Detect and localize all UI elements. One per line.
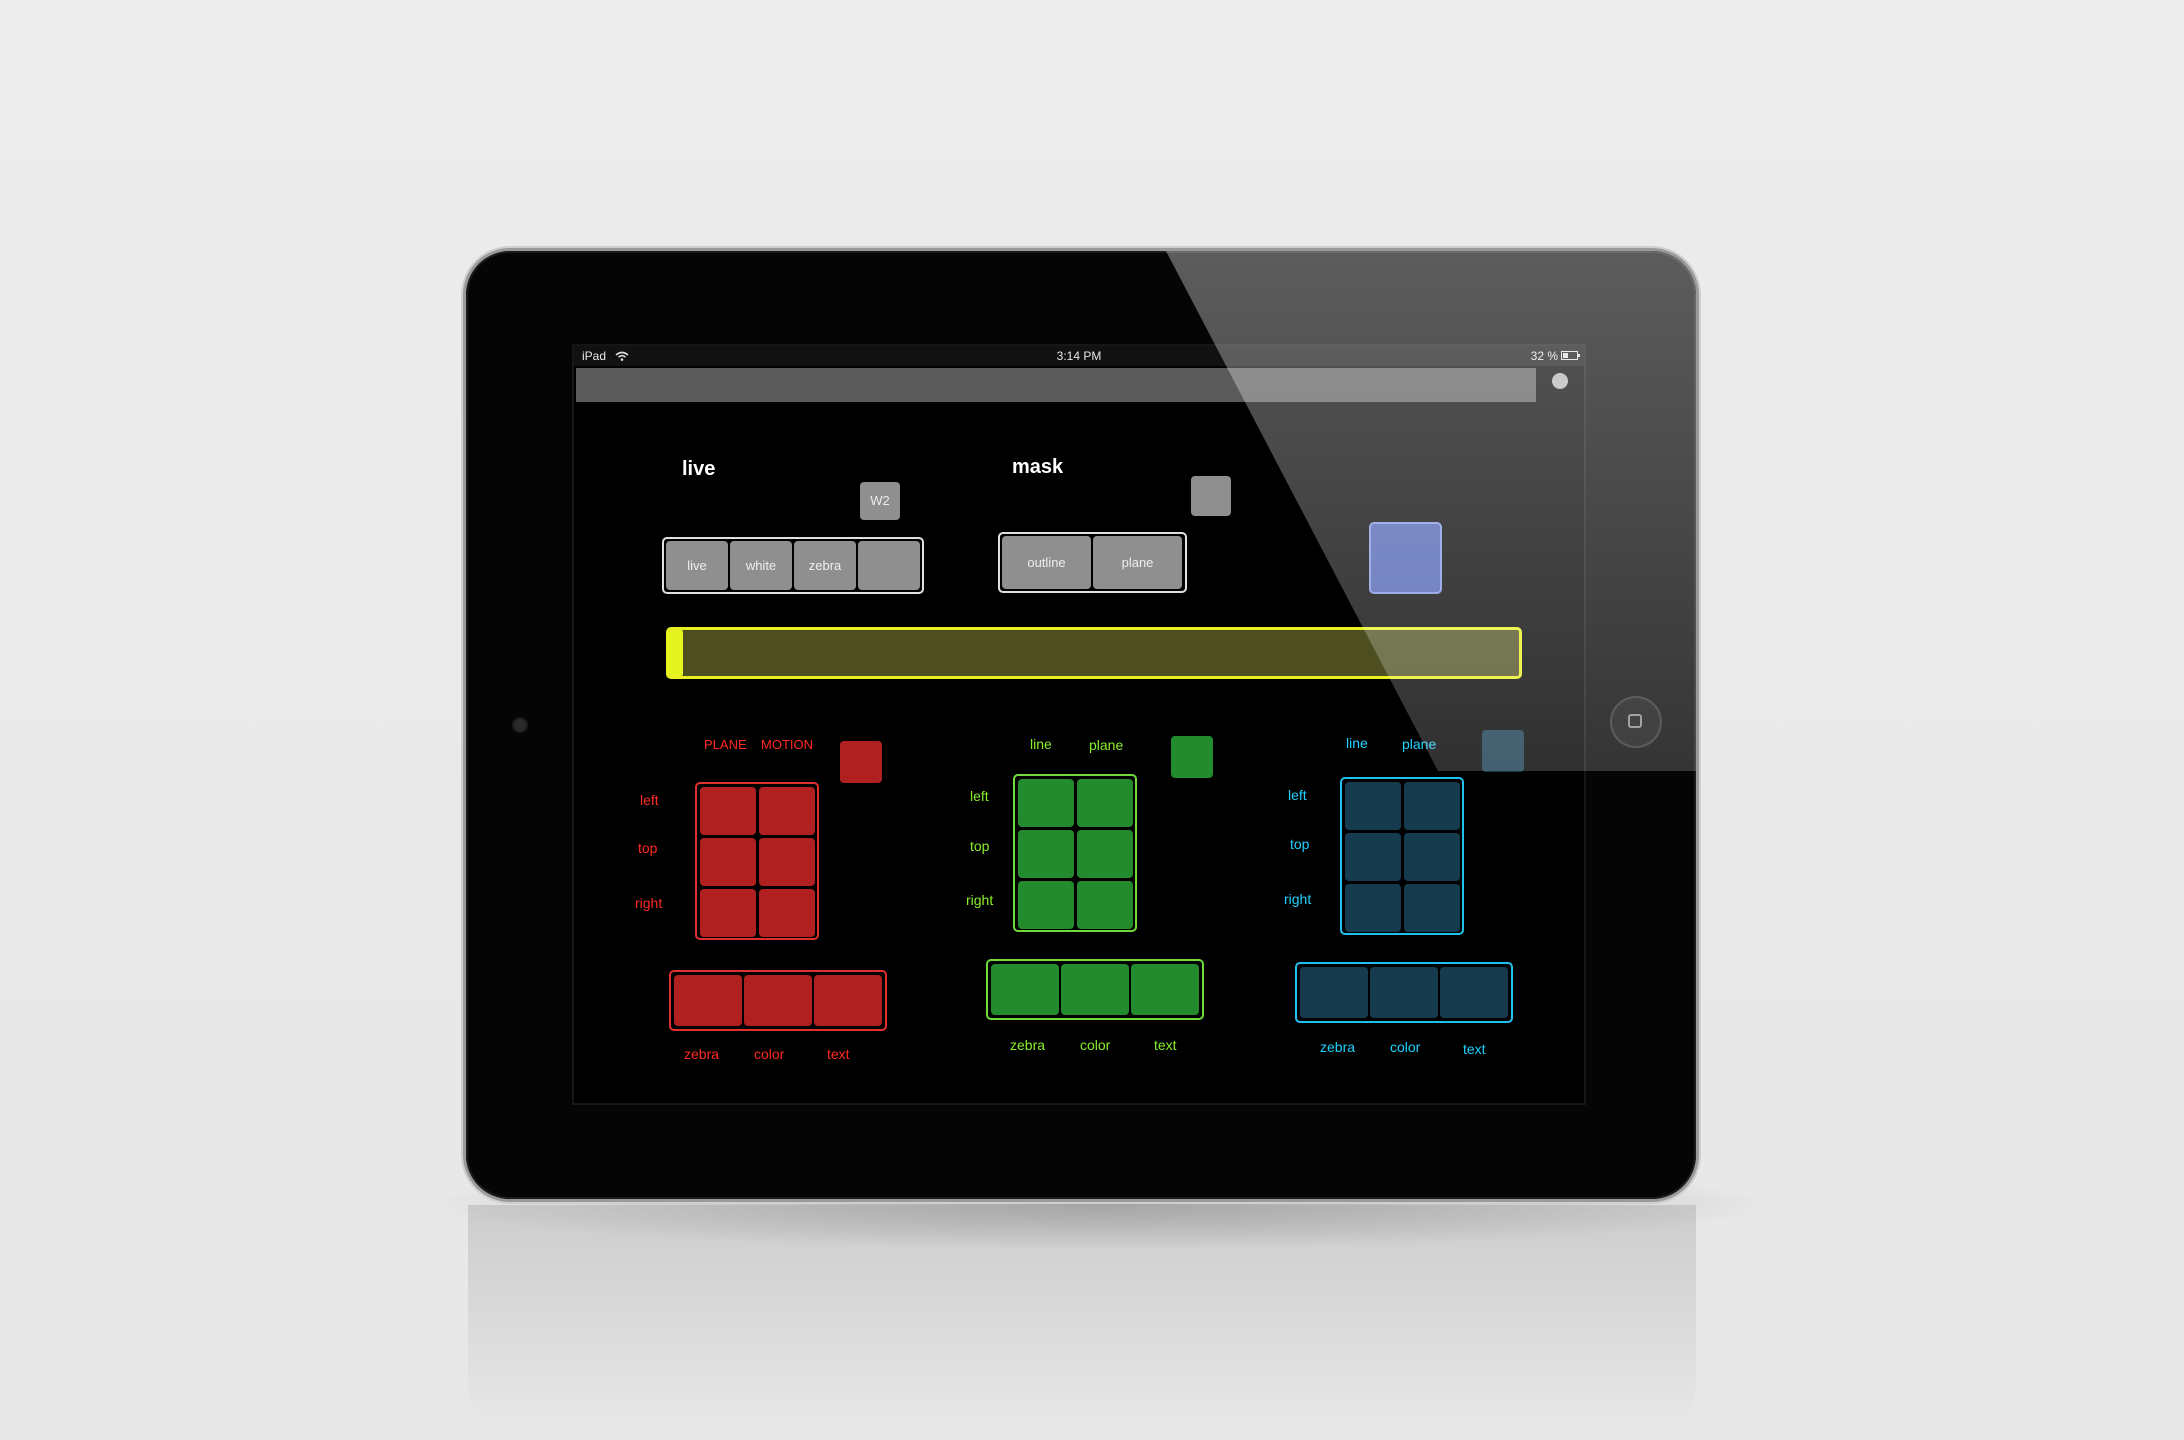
front-camera xyxy=(512,717,528,733)
green-grid xyxy=(1013,774,1137,932)
device-reflection xyxy=(468,1205,1696,1425)
status-bar: iPad 3:14 PM 32 % xyxy=(574,346,1584,366)
red-bottom-row xyxy=(669,970,887,1031)
blue-header-plane: plane xyxy=(1402,736,1437,752)
blue-row-top: top xyxy=(1290,836,1310,852)
green-grid-cell[interactable] xyxy=(1077,779,1133,827)
blue-header-line: line xyxy=(1346,735,1368,751)
red-grid-cell[interactable] xyxy=(700,838,756,886)
battery-icon xyxy=(1561,351,1580,360)
app-screen: iPad 3:14 PM 32 % live W2 live white zeb… xyxy=(572,344,1586,1105)
top-bar[interactable] xyxy=(576,368,1536,402)
blue-text-pad[interactable] xyxy=(1440,967,1508,1018)
blue-color-pad[interactable] xyxy=(1370,967,1438,1018)
green-grid-cell[interactable] xyxy=(1077,881,1133,929)
ipad-device: iPad 3:14 PM 32 % live W2 live white zeb… xyxy=(466,251,1696,1199)
green-row-top: top xyxy=(970,838,990,854)
slider-handle[interactable] xyxy=(669,630,683,676)
green-header-plane: plane xyxy=(1089,737,1124,753)
blue-zebra-pad[interactable] xyxy=(1300,967,1368,1018)
green-grid-cell[interactable] xyxy=(1018,881,1074,929)
red-grid xyxy=(695,782,819,940)
red-header-motion: MOTION xyxy=(761,737,813,752)
red-color-pad[interactable] xyxy=(744,975,812,1026)
outline-button[interactable]: outline xyxy=(1002,536,1091,589)
red-row-left: left xyxy=(640,792,659,808)
blue-label-color: color xyxy=(1390,1039,1421,1055)
blue-grid xyxy=(1340,777,1464,935)
blue-row-left: left xyxy=(1288,787,1307,803)
red-label-zebra: zebra xyxy=(684,1046,720,1062)
red-toggle[interactable] xyxy=(840,741,882,783)
w2-button[interactable]: W2 xyxy=(860,482,900,520)
red-label-color: color xyxy=(754,1046,785,1062)
green-grid-cell[interactable] xyxy=(1018,779,1074,827)
red-grid-cell[interactable] xyxy=(759,889,815,937)
blue-label-zebra: zebra xyxy=(1320,1039,1356,1055)
green-grid-cell[interactable] xyxy=(1077,830,1133,878)
live-title: live xyxy=(682,458,716,480)
home-button[interactable] xyxy=(1610,696,1662,748)
menu-dot-icon[interactable] xyxy=(1552,373,1568,389)
green-row-left: left xyxy=(970,788,989,804)
home-square-icon xyxy=(1628,714,1642,728)
red-grid-cell[interactable] xyxy=(700,889,756,937)
white-mode-button[interactable]: white xyxy=(730,541,792,590)
green-zebra-pad[interactable] xyxy=(991,964,1059,1015)
live-button-group: live white zebra xyxy=(662,537,924,594)
green-bottom-row xyxy=(986,959,1204,1020)
blue-label-text: text xyxy=(1463,1041,1486,1057)
blue-toggle[interactable] xyxy=(1482,730,1524,772)
battery-percent: 32 % xyxy=(1530,349,1558,363)
green-color-pad[interactable] xyxy=(1061,964,1129,1015)
red-label-text: text xyxy=(827,1046,850,1062)
master-slider[interactable] xyxy=(666,627,1522,679)
mask-button-group: outline plane xyxy=(998,532,1187,593)
green-grid-cell[interactable] xyxy=(1018,830,1074,878)
blue-grid-cell[interactable] xyxy=(1404,833,1460,881)
plane-button[interactable]: plane xyxy=(1093,536,1182,589)
green-text-pad[interactable] xyxy=(1131,964,1199,1015)
blue-grid-cell[interactable] xyxy=(1345,782,1401,830)
blue-grid-cell[interactable] xyxy=(1345,833,1401,881)
red-grid-cell[interactable] xyxy=(759,838,815,886)
blue-grid-cell[interactable] xyxy=(1345,884,1401,932)
red-row-right: right xyxy=(635,895,663,911)
green-label-color: color xyxy=(1080,1037,1111,1053)
red-grid-cell[interactable] xyxy=(700,787,756,835)
blank-mode-button[interactable] xyxy=(858,541,920,590)
live-mode-button[interactable]: live xyxy=(666,541,728,590)
red-zebra-pad[interactable] xyxy=(674,975,742,1026)
green-label-text: text xyxy=(1154,1037,1177,1053)
red-grid-cell[interactable] xyxy=(759,787,815,835)
green-row-right: right xyxy=(966,892,994,908)
mask-toggle-button[interactable] xyxy=(1191,476,1231,516)
blue-toggle-button[interactable] xyxy=(1369,522,1442,594)
mask-title: mask xyxy=(1012,456,1064,478)
green-header-line: line xyxy=(1030,736,1052,752)
clock: 3:14 PM xyxy=(1056,349,1102,363)
red-header-plane: PLANE xyxy=(704,737,747,752)
red-text-pad[interactable] xyxy=(814,975,882,1026)
green-toggle[interactable] xyxy=(1171,736,1213,778)
blue-row-right: right xyxy=(1284,891,1312,907)
red-row-top: top xyxy=(638,840,658,856)
green-label-zebra: zebra xyxy=(1010,1037,1046,1053)
blue-grid-cell[interactable] xyxy=(1404,884,1460,932)
zebra-mode-button[interactable]: zebra xyxy=(794,541,856,590)
blue-grid-cell[interactable] xyxy=(1404,782,1460,830)
blue-bottom-row xyxy=(1295,962,1513,1023)
